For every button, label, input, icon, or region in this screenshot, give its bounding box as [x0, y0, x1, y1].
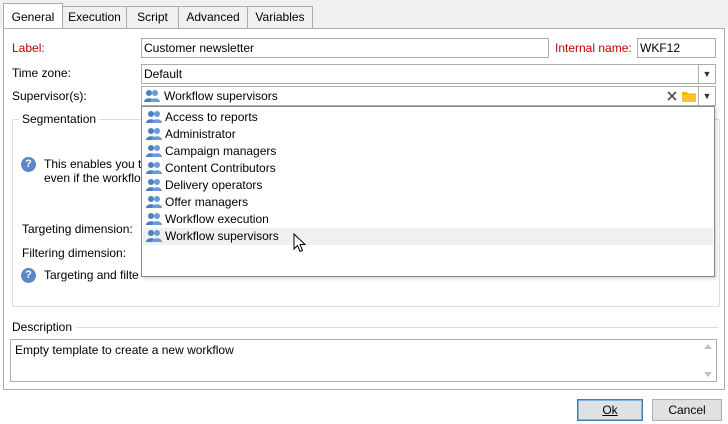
- tab-variables[interactable]: Variables: [247, 6, 313, 28]
- list-item[interactable]: Campaign managers: [143, 143, 713, 160]
- list-item-label: Offer managers: [165, 195, 249, 209]
- timezone-select[interactable]: Default ▼: [141, 64, 716, 84]
- ok-button-label: Ok: [602, 403, 618, 417]
- description-value: Empty template to create a new workflow: [15, 343, 234, 357]
- group-icon: [146, 213, 162, 225]
- list-item[interactable]: Administrator: [143, 126, 713, 143]
- supervisors-dropdown-list: Access to reports Administrator Campaign…: [141, 106, 715, 277]
- ok-button[interactable]: Ok: [577, 399, 643, 421]
- chevron-down-icon[interactable]: ▼: [698, 87, 715, 105]
- scroll-down-icon[interactable]: [704, 372, 712, 377]
- list-item-label: Workflow execution: [165, 212, 269, 226]
- description-scrollbar[interactable]: [700, 340, 716, 381]
- supervisors-value: Workflow supervisors: [164, 89, 278, 103]
- scroll-up-icon[interactable]: [704, 344, 712, 349]
- segmentation-help-line2: even if the workflo: [44, 171, 141, 185]
- list-item[interactable]: Offer managers: [143, 194, 713, 211]
- clear-icon[interactable]: [667, 91, 677, 101]
- list-item-label: Delivery operators: [165, 178, 263, 192]
- group-icon: [144, 90, 160, 102]
- group-icon: [146, 162, 162, 174]
- group-icon: [146, 196, 162, 208]
- tab-execution[interactable]: Execution: [62, 6, 127, 28]
- group-icon: [146, 128, 162, 140]
- filtering-caption: Filtering dimension:: [22, 246, 127, 260]
- list-item[interactable]: Content Contributors: [143, 160, 713, 177]
- cursor-icon: [293, 233, 307, 253]
- label-caption: Label:: [12, 41, 45, 55]
- list-item-label: Campaign managers: [165, 144, 277, 158]
- group-icon: [146, 111, 162, 123]
- label-input[interactable]: Customer newsletter: [141, 38, 549, 58]
- supervisors-caption: Supervisor(s):: [12, 89, 87, 103]
- chevron-down-icon[interactable]: ▼: [698, 65, 715, 83]
- segmentation-help2: Targeting and filte: [44, 268, 139, 282]
- group-icon: [146, 230, 162, 242]
- list-item[interactable]: Workflow execution: [143, 211, 713, 228]
- timezone-caption: Time zone:: [12, 66, 71, 80]
- group-icon: [146, 179, 162, 191]
- description-textarea[interactable]: Empty template to create a new workflow: [10, 339, 717, 382]
- list-item-label: Workflow supervisors: [165, 229, 279, 243]
- internal-name-caption: Internal name:: [555, 41, 632, 55]
- list-item[interactable]: Access to reports: [143, 109, 713, 126]
- list-item[interactable]: Delivery operators: [143, 177, 713, 194]
- list-item-label: Access to reports: [165, 110, 258, 124]
- help-icon: ?: [21, 268, 36, 283]
- help-icon: ?: [21, 157, 36, 172]
- targeting-caption: Targeting dimension:: [22, 222, 133, 236]
- description-divider: [76, 327, 718, 328]
- cancel-button[interactable]: Cancel: [652, 399, 722, 421]
- tab-script[interactable]: Script: [126, 6, 179, 28]
- tab-bar: General Execution Script Advanced Variab…: [0, 0, 728, 29]
- segmentation-title: Segmentation: [19, 112, 100, 126]
- supervisors-select[interactable]: Workflow supervisors ▼: [141, 86, 716, 106]
- list-item-label: Content Contributors: [165, 161, 276, 175]
- cancel-button-label: Cancel: [668, 403, 706, 417]
- internal-name-input[interactable]: WKF12: [637, 38, 716, 58]
- tab-general[interactable]: General: [3, 3, 63, 29]
- list-item-label: Administrator: [165, 127, 236, 141]
- segmentation-help-line1: This enables you t: [44, 157, 142, 171]
- list-item-selected[interactable]: Workflow supervisors: [143, 228, 713, 245]
- group-icon: [146, 145, 162, 157]
- tab-advanced[interactable]: Advanced: [178, 6, 248, 28]
- timezone-value: Default: [144, 67, 183, 81]
- description-title: Description: [12, 320, 73, 334]
- folder-icon[interactable]: [682, 90, 696, 102]
